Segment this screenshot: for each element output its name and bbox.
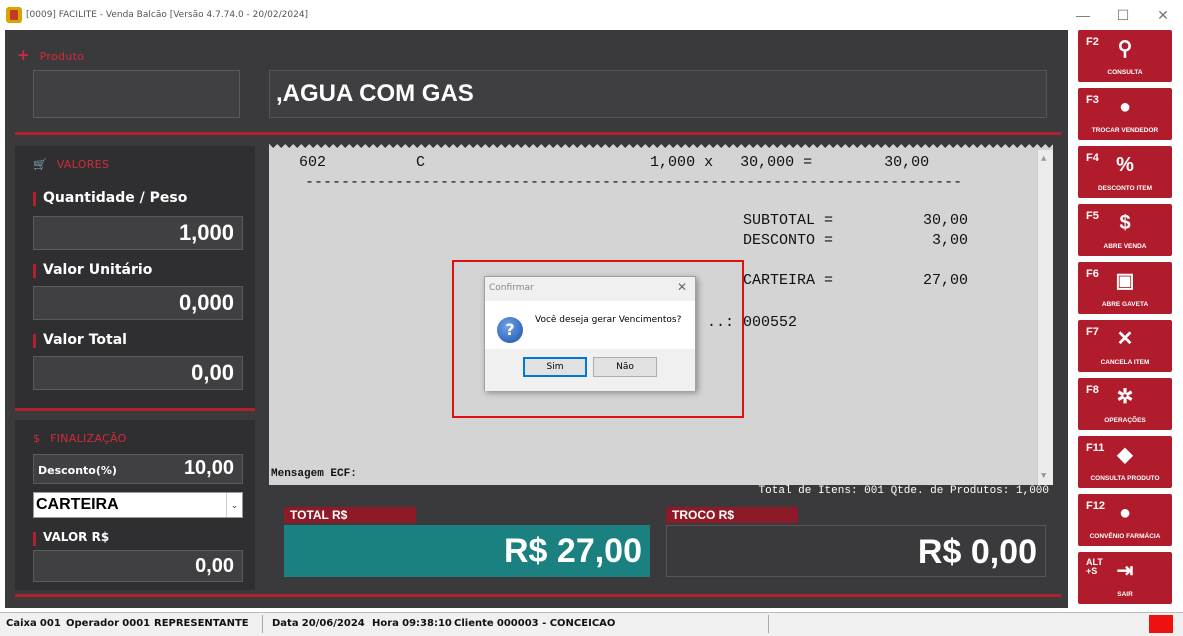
valor-rs-field[interactable]: 0,00 bbox=[33, 550, 243, 582]
dialog-footer: Sim Não bbox=[485, 349, 695, 391]
no-button[interactable]: Não bbox=[593, 357, 657, 377]
data-label: Data bbox=[272, 618, 299, 629]
caixa-label: Caixa bbox=[6, 618, 37, 629]
status-indicator bbox=[1149, 615, 1173, 633]
divider bbox=[15, 408, 255, 411]
operador-label: Operador bbox=[66, 618, 120, 629]
mensagem-ecf-label: Mensagem ECF: bbox=[271, 468, 357, 480]
divider bbox=[15, 594, 1061, 597]
hora-value: 09:38:10 bbox=[402, 618, 452, 629]
operador-nome: REPRESENTANTE bbox=[154, 618, 249, 629]
dollar-icon: $ bbox=[1119, 212, 1131, 234]
minimize-button[interactable]: — bbox=[1063, 0, 1103, 30]
dollar-sign-icon: $ bbox=[33, 432, 41, 445]
close-icon: ✕ bbox=[1116, 328, 1134, 350]
valores-header: 🛒 VALORES bbox=[33, 158, 109, 171]
convenio-farmacia-button[interactable]: F12 ● CONVÊNIO FARMÁCIA bbox=[1078, 494, 1172, 546]
receipt-edge bbox=[269, 144, 1053, 152]
valores-label: VALORES bbox=[56, 158, 110, 171]
trocar-vendedor-button[interactable]: F3 ● TROCAR VENDEDOR bbox=[1078, 88, 1172, 140]
exit-icon: ⇥ bbox=[1116, 560, 1134, 582]
valor-total-label: Valor Total bbox=[33, 332, 127, 348]
cliente-label: Cliente bbox=[454, 618, 494, 629]
dialog-close-icon[interactable]: ✕ bbox=[677, 280, 687, 294]
quantidade-field[interactable]: 1,000 bbox=[33, 216, 243, 250]
pills-icon: ● bbox=[1118, 502, 1132, 524]
receipt-subtotal: SUBTOTAL = 30,00 bbox=[743, 212, 969, 229]
cliente-value: 000003 - CONCEICAO bbox=[496, 618, 616, 629]
items-summary: Total de Itens: 001 Qtde. de Produtos: 1… bbox=[269, 485, 1053, 501]
user-icon: ● bbox=[1118, 96, 1132, 118]
dialog-message: Você deseja gerar Vencimentos? bbox=[535, 315, 682, 325]
total-label: TOTAL R$ bbox=[284, 507, 416, 523]
yes-button[interactable]: Sim bbox=[523, 357, 587, 377]
produto-section-header: + Produto bbox=[17, 46, 84, 64]
troco-value: R$ 0,00 bbox=[666, 525, 1046, 577]
finalizacao-label: FINALIZAÇÃO bbox=[50, 432, 127, 445]
consulta-button[interactable]: F2 ⚲ CONSULTA bbox=[1078, 30, 1172, 82]
close-window-button[interactable]: ✕ bbox=[1143, 0, 1183, 30]
receipt-divider: ----------------------------------------… bbox=[305, 174, 963, 191]
dialog-title: Confirmar bbox=[489, 283, 534, 293]
abre-gaveta-button[interactable]: F6 ▣ ABRE GAVETA bbox=[1078, 262, 1172, 314]
receipt-desconto: DESCONTO = 3,00 bbox=[743, 232, 969, 249]
valor-rs-label: VALOR R$ bbox=[33, 530, 109, 546]
valor-unitario-label: Valor Unitário bbox=[33, 262, 152, 278]
receipt-line-item: 602 C 1,000 x 30,000 = 30,00 bbox=[299, 154, 930, 171]
drawer-icon: ▣ bbox=[1115, 270, 1135, 292]
divider bbox=[15, 132, 1061, 135]
tag-icon: ◆ bbox=[1117, 444, 1133, 466]
caixa-value: 001 bbox=[39, 618, 61, 629]
valor-total-field: 0,00 bbox=[33, 356, 243, 390]
scroll-up-icon[interactable]: ▲ bbox=[1041, 154, 1046, 164]
operador-value: 0001 bbox=[122, 618, 151, 629]
product-code-field[interactable] bbox=[33, 70, 240, 118]
scroll-down-icon[interactable]: ▼ bbox=[1041, 471, 1046, 481]
maximize-button[interactable]: ☐ bbox=[1103, 0, 1143, 30]
finalizacao-header: $ FINALIZAÇÃO bbox=[33, 432, 127, 445]
plus-icon: + bbox=[17, 46, 30, 64]
product-name-display: ,AGUA COM GAS bbox=[269, 70, 1047, 118]
function-keys-sidebar: F2 ⚲ CONSULTA F3 ● TROCAR VENDEDOR F4 % … bbox=[1078, 30, 1173, 608]
percent-icon: % bbox=[1116, 154, 1134, 176]
data-value: 20/06/2024 bbox=[301, 618, 365, 629]
app-icon bbox=[6, 7, 22, 23]
payment-select[interactable]: CARTEIRA ⌄ bbox=[33, 492, 243, 518]
quantidade-label: Quantidade / Peso bbox=[33, 190, 187, 206]
cancela-item-button[interactable]: F7 ✕ CANCELA ITEM bbox=[1078, 320, 1172, 372]
status-bar: Caixa 001 Operador 0001 REPRESENTANTE Da… bbox=[0, 612, 1183, 636]
produto-label: Produto bbox=[39, 50, 85, 63]
gear-icon: ✲ bbox=[1116, 386, 1134, 408]
confirm-dialog: Confirmar ✕ ? Você deseja gerar Vencimen… bbox=[484, 276, 696, 391]
desconto-field[interactable]: Desconto(%) 10,00 bbox=[33, 454, 243, 484]
total-value: R$ 27,00 bbox=[284, 525, 650, 577]
desconto-label: Desconto(%) bbox=[38, 464, 117, 477]
chevron-down-icon[interactable]: ⌄ bbox=[226, 493, 242, 517]
desconto-item-button[interactable]: F4 % DESCONTO ITEM bbox=[1078, 146, 1172, 198]
question-icon: ? bbox=[497, 317, 523, 343]
operacoes-button[interactable]: F8 ✲ OPERAÇÕES bbox=[1078, 378, 1172, 430]
consulta-produto-button[interactable]: F11 ◆ CONSULTA PRODUTO bbox=[1078, 436, 1172, 488]
cart-icon: 🛒 bbox=[33, 158, 47, 171]
search-icon: ⚲ bbox=[1117, 38, 1133, 60]
hora-label: Hora bbox=[372, 618, 399, 629]
troco-label: TROCO R$ bbox=[666, 507, 798, 523]
receipt-scrollbar[interactable]: ▲ ▼ bbox=[1037, 150, 1053, 485]
valor-unitario-field[interactable]: 0,000 bbox=[33, 286, 243, 320]
window-titlebar: [0009] FACILITE - Venda Balcão [Versão 4… bbox=[0, 0, 1183, 30]
receipt-carteira: CARTEIRA = 27,00 bbox=[743, 272, 969, 289]
abre-venda-button[interactable]: F5 $ ABRE VENDA bbox=[1078, 204, 1172, 256]
window-title: [0009] FACILITE - Venda Balcão [Versão 4… bbox=[26, 10, 309, 20]
sair-button[interactable]: ALT +S ⇥ SAIR bbox=[1078, 552, 1172, 604]
